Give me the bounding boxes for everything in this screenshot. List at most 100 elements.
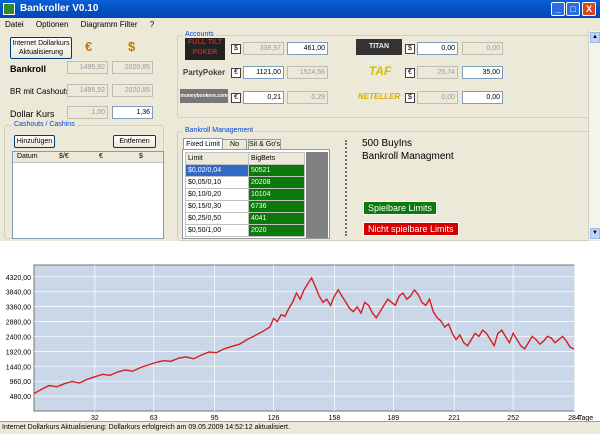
y-tick-label: 1440,00 [6, 364, 31, 371]
table-row[interactable]: $0,02/0,04 50521 [185, 164, 305, 177]
bigbets-cell: 10104 [248, 188, 305, 201]
bankroll-chart-area: 4320,00 3840,00 3360,00 2880,00 2400,00 1920,… [0, 241, 600, 432]
minimize-button[interactable]: _ [551, 2, 565, 16]
dollar-icon: $ [128, 39, 136, 54]
dollar-kurs-label: Dollar Kurs [10, 109, 55, 119]
col-rate[interactable]: $/€ [59, 152, 69, 162]
neteller-balance-b[interactable]: 0,00 [462, 91, 503, 104]
menu-optionen[interactable]: Optionen [31, 18, 73, 31]
close-button[interactable]: X [582, 2, 596, 16]
menu-diagramm-filter[interactable]: Diagramm Filter [76, 18, 143, 31]
neteller-logo: NETELLER [358, 92, 401, 101]
playable-limits-badge: Spielbare Limits [363, 201, 438, 215]
titan-balance-a[interactable]: 0,00 [417, 42, 458, 55]
bigbets-cell: 6736 [248, 200, 305, 213]
limit-cell: $0,02/0,04 [185, 164, 249, 177]
cashouts-list[interactable]: Datum $/€ € $ [12, 151, 164, 239]
limit-cell: $0,15/0,30 [185, 200, 249, 213]
bankroll-management-subtitle: Bankroll Managment [362, 151, 454, 162]
internet-button-line2: Aktualisierung [19, 49, 63, 56]
bankroll-eur-field: 1495,92 [67, 61, 108, 74]
not-playable-limits-badge: Nicht spielbare Limits [363, 222, 459, 236]
taf-logo: TAF [368, 64, 392, 78]
titan-logo: TITAN POKER [356, 39, 402, 66]
moneybookers-balance-b: 0,29 [287, 91, 328, 104]
col-usd[interactable]: $ [139, 152, 143, 162]
limits-table: Limit BigBets $0,02/0,04 50521 $0,05/0,10… [185, 152, 305, 237]
bankroll-management-title: Bankroll Management [183, 127, 256, 134]
taf-balance-a: 25,74 [417, 66, 458, 79]
scroll-up-icon[interactable]: ▲ [590, 32, 600, 43]
accounts-title: Accounts [183, 31, 216, 38]
y-tick-label: 1920,00 [6, 349, 31, 356]
neteller-balance-a: 0,00 [417, 91, 458, 104]
menu-datei[interactable]: Datei [0, 18, 29, 31]
bankroll-usd-field: 2020,85 [112, 61, 153, 74]
currency-dollar-icon: $ [405, 93, 415, 103]
col-eur[interactable]: € [99, 152, 103, 162]
y-tick-label: 2400,00 [6, 334, 31, 341]
plot-background [33, 264, 575, 412]
bigbets-cell: 4041 [248, 212, 305, 225]
menu-bar: Datei Optionen Diagramm Filter ? [0, 18, 600, 31]
hinzufuegen-button[interactable]: Hinzufügen [14, 135, 55, 148]
table-row[interactable]: $0,50/1,00 2020 [185, 224, 305, 237]
partypoker-logo: PartyPoker [182, 68, 226, 77]
cashouts-title: Cashouts / Cashins [12, 121, 77, 128]
limits-table-panel: Limit BigBets $0,02/0,04 50521 $0,05/0,10… [182, 149, 330, 239]
y-tick-label: 3360,00 [6, 305, 31, 312]
status-bar: Internet Dollarkurs Aktualisierung: Doll… [0, 421, 600, 434]
bigbets-cell: 2020 [248, 224, 305, 237]
party-balance-b: 1524,56 [287, 66, 328, 79]
menu-help[interactable]: ? [145, 18, 159, 31]
bigbets-cell: 50521 [248, 164, 305, 177]
party-balance-a[interactable]: 1121,00 [243, 66, 284, 79]
fulltilt-balance-b[interactable]: 461,00 [287, 42, 328, 55]
moneybookers-logo: moneybookers.com [180, 89, 228, 103]
table-row[interactable]: $0,05/0,10 20208 [185, 176, 305, 189]
limits-table-viewport[interactable]: Limit BigBets $0,02/0,04 50521 $0,05/0,10… [185, 152, 305, 238]
app-icon [3, 3, 15, 15]
moneybookers-balance-a[interactable]: 0,21 [243, 91, 284, 104]
limit-cell: $0,50/1,00 [185, 224, 249, 237]
table-row[interactable]: $0,15/0,30 6736 [185, 200, 305, 213]
currency-euro-icon: € [405, 68, 415, 78]
separator [345, 140, 351, 236]
title-bar: Bankroller V0.10 _ □ X [0, 0, 600, 18]
dollar-kurs-eur-field: 1,00 [67, 106, 108, 119]
br-cashouts-label: BR mit Cashouts [10, 87, 71, 96]
currency-euro-icon: € [231, 93, 241, 103]
table-scroll-area[interactable] [306, 152, 328, 238]
maximize-button[interactable]: □ [566, 2, 580, 16]
bankroll-label: Bankroll [10, 64, 47, 74]
currency-dollar-icon: $ [231, 44, 241, 54]
taf-balance-b[interactable]: 35,00 [462, 66, 503, 79]
internet-dollarkurs-button[interactable]: Internet Dollarkurs Aktualisierung [10, 37, 72, 59]
col-datum[interactable]: Datum [17, 152, 38, 162]
scroll-down-icon[interactable]: ▼ [590, 228, 600, 239]
currency-euro-icon: € [231, 68, 241, 78]
fulltilt-balance-a: 338,97 [243, 42, 284, 55]
buyins-title: 500 BuyIns [362, 138, 413, 149]
bankroll-chart: 4320,00 3840,00 3360,00 2880,00 2400,00 1920,… [6, 264, 593, 432]
y-tick-label: 4320,00 [6, 275, 31, 282]
col-limit[interactable]: Limit [185, 152, 249, 165]
euro-icon: € [85, 39, 93, 54]
dollar-kurs-usd-field[interactable]: 1,36 [112, 106, 153, 119]
limit-cell: $0,10/0,20 [185, 188, 249, 201]
limit-cell: $0,25/0,50 [185, 212, 249, 225]
titan-balance-b: 0,00 [462, 42, 503, 55]
col-bigbets[interactable]: BigBets [248, 152, 305, 165]
table-row[interactable]: $0,25/0,50 4041 [185, 212, 305, 225]
cashouts-header: Datum $/€ € $ [13, 152, 163, 163]
bigbets-cell: 20208 [248, 176, 305, 189]
y-tick-label: 480,00 [10, 394, 32, 401]
vertical-scrollbar[interactable]: ▲ ▼ [588, 31, 600, 240]
fulltilt-logo: FULL TILT POKER [185, 38, 225, 60]
entfernen-button[interactable]: Entfernen [113, 135, 156, 148]
table-row[interactable]: $0,10/0,20 10104 [185, 188, 305, 201]
y-tick-label: 2880,00 [6, 320, 31, 327]
currency-dollar-icon: $ [405, 44, 415, 54]
br-cashouts-usd-field: 2020,85 [112, 84, 153, 97]
window-title: Bankroller V0.10 [20, 3, 99, 14]
